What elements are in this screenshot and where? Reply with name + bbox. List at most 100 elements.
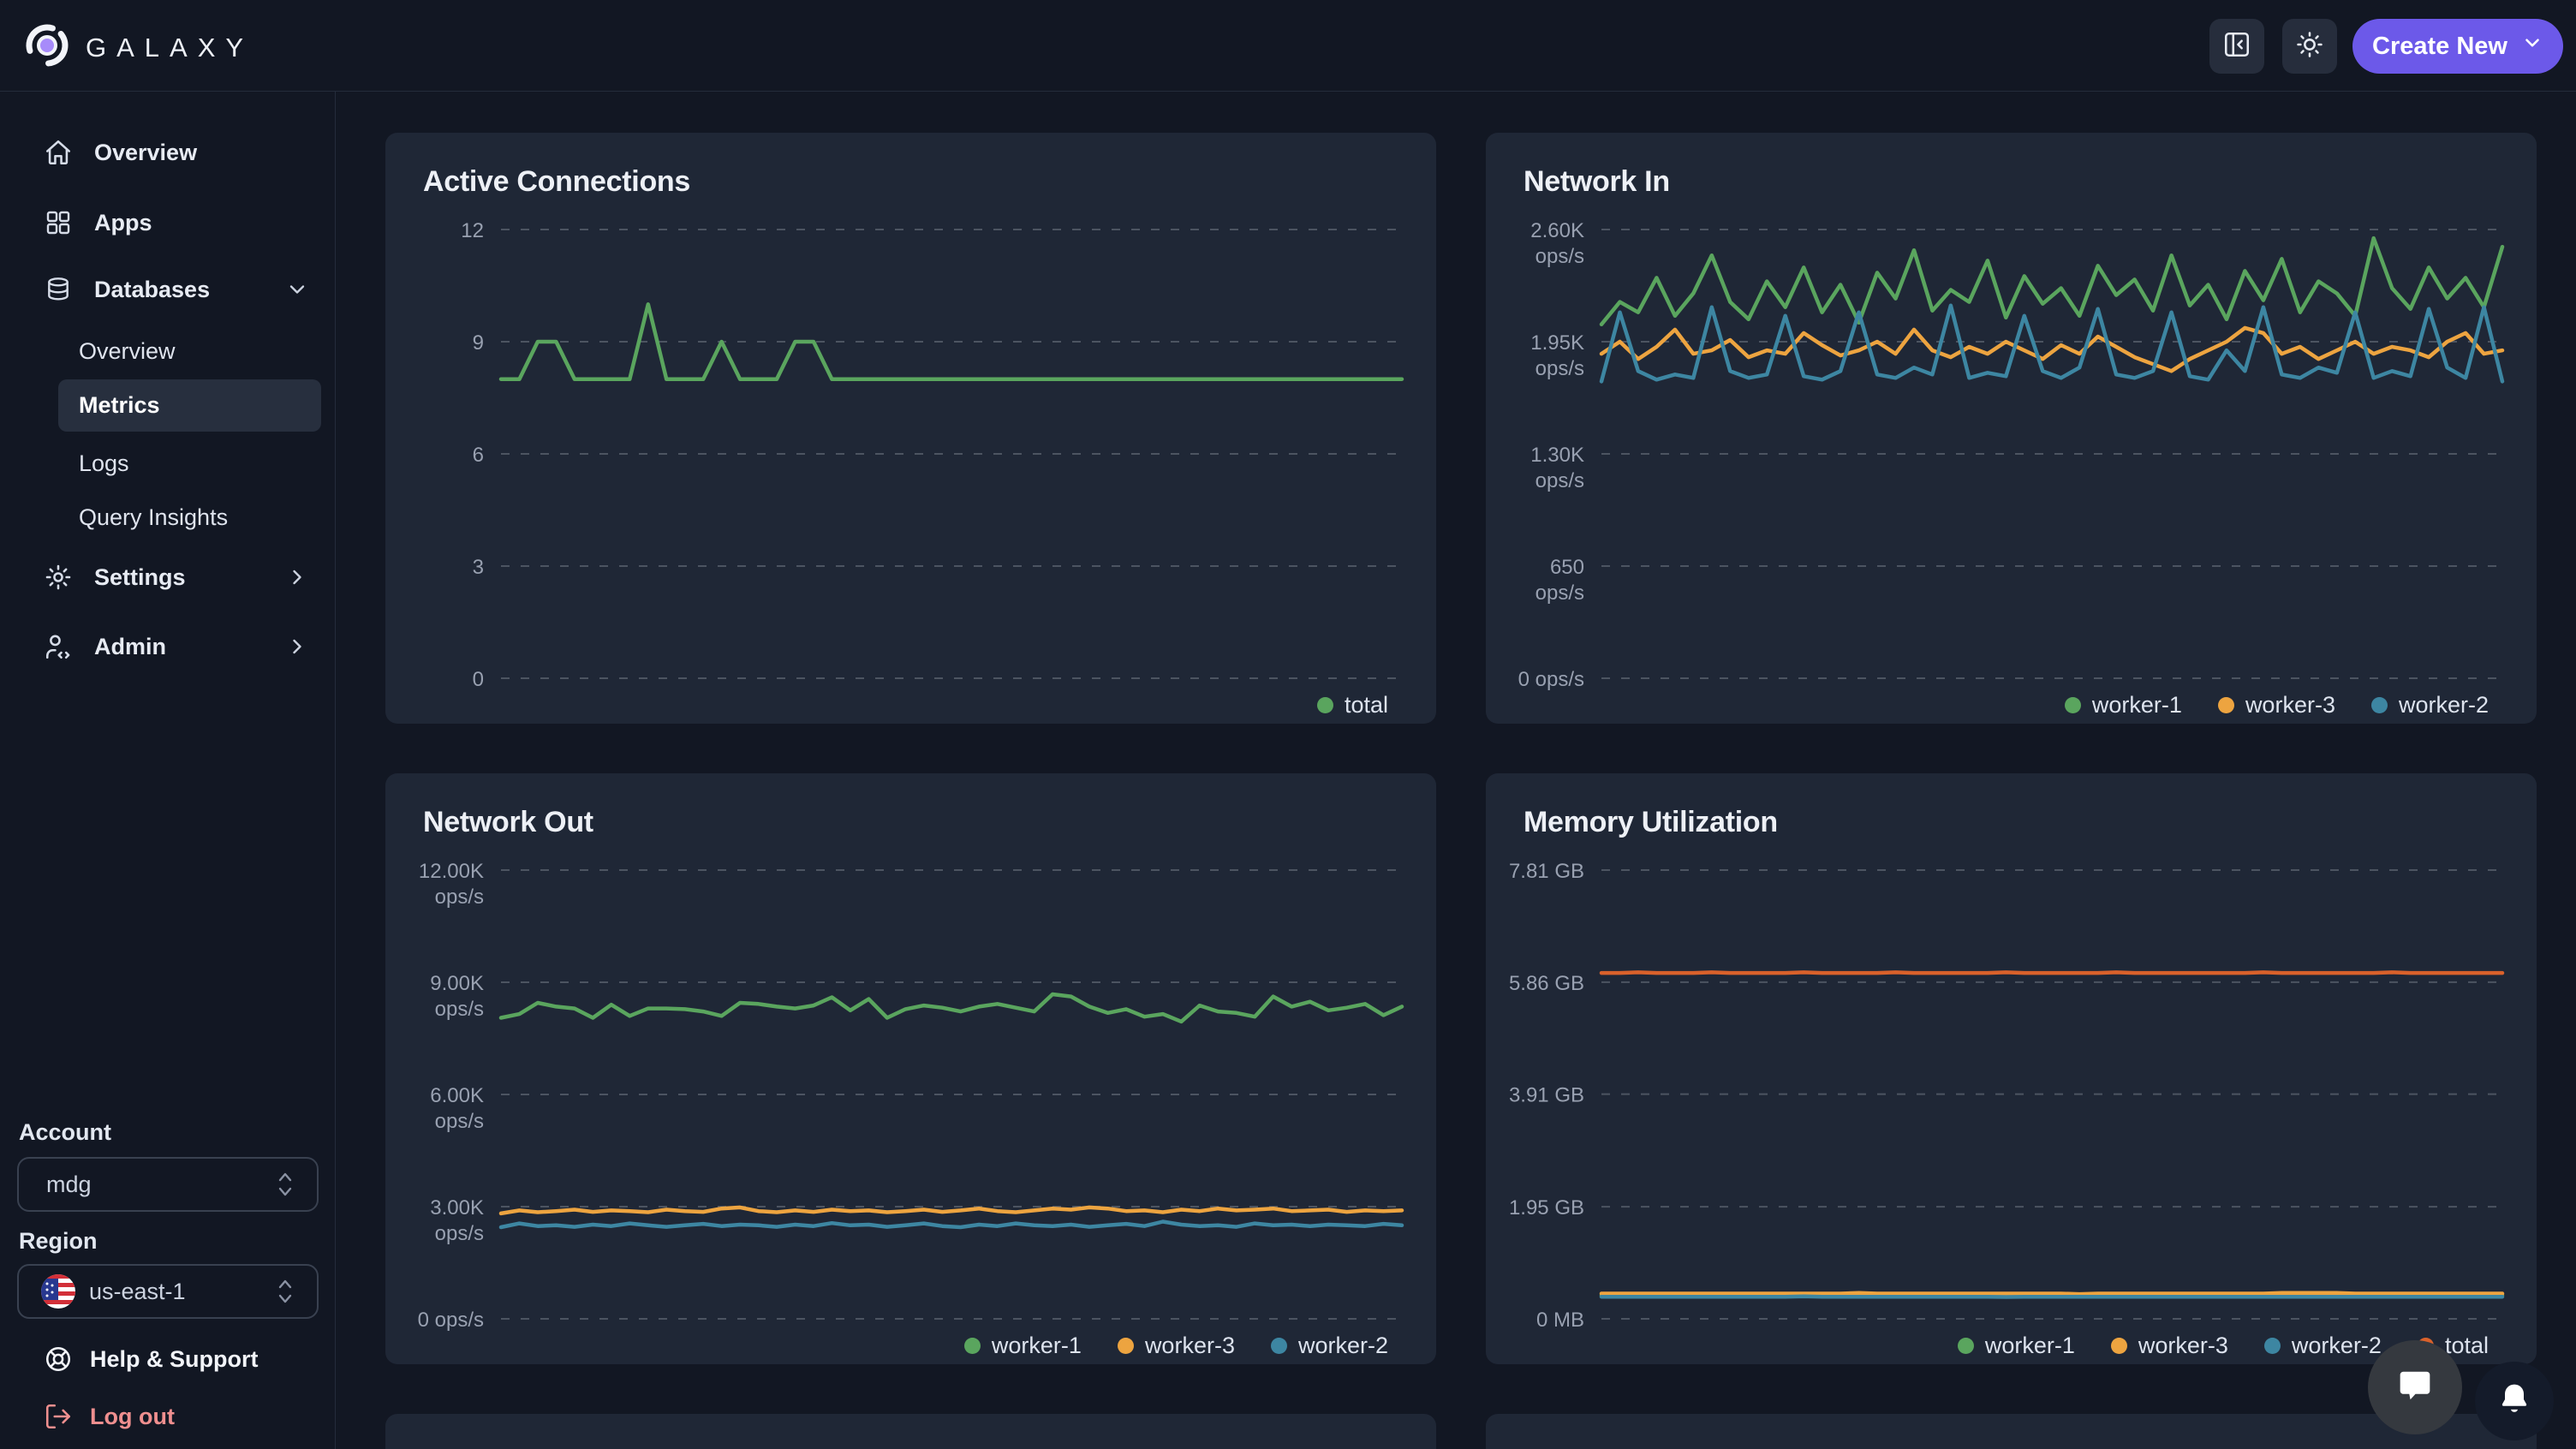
axis-tick-label: ops/s [435,886,484,909]
legend-label: total [2445,1333,2489,1359]
create-new-label: Create New [2372,33,2507,61]
axis-tick-label: 9 [473,331,484,355]
axis-tick-label: 0 MB [1536,1309,1584,1332]
help-support-link[interactable]: Help & Support [0,1333,336,1385]
legend-label: worker-3 [2138,1333,2228,1359]
legend-item: worker-2 [2371,692,2489,719]
chart-canvas: 0 MB1.95 GB3.91 GB5.86 GB7.81 GB [1486,773,2537,1364]
chevron-right-icon [285,565,309,589]
axis-tick-label: ops/s [1535,581,1584,605]
axis-tick-label: 2.60K [1530,219,1584,242]
axis-tick-label: 0 ops/s [418,1309,484,1332]
sidebar-item-settings[interactable]: Settings [0,552,336,603]
legend-dot [2111,1338,2127,1354]
legend-item: worker-1 [1958,1333,2075,1359]
brand-name: GALAXY [86,33,253,63]
chevron-down-icon [285,277,309,301]
gear-icon [43,562,74,593]
select-chevrons-icon [276,1170,295,1199]
sidebar-item-apps[interactable]: Apps [0,197,336,248]
axis-tick-label: 1.95K [1530,331,1584,355]
legend-dot [2371,697,2388,713]
user-code-icon [43,631,74,662]
series-line-total [1601,972,2502,973]
sidebar-subitem-overview[interactable]: Overview [58,325,321,378]
panel-network-in: Network In 0 ops/s650ops/s1.30Kops/s1.95… [1486,133,2537,724]
axis-tick-label: 7.81 GB [1509,860,1584,883]
series-line-worker-3 [1601,1293,2502,1294]
axis-tick-label: 12 [461,219,484,242]
chart-legend: worker-1 worker-3 worker-2 [2065,689,2489,720]
bell-icon [2496,1380,2533,1422]
sidebar-item-label: Admin [94,634,166,660]
legend-label: worker-1 [992,1333,1082,1359]
series-line-worker-1 [501,994,1402,1022]
axis-tick-label: 9.00K [430,972,484,995]
sidebar-item-label: Settings [94,564,186,591]
panel-memory-utilization: Memory Utilization 0 MB1.95 GB3.91 GB5.8… [1486,773,2537,1364]
axis-tick-label: 1.95 GB [1509,1196,1584,1219]
panel-stub [1486,1414,2537,1449]
legend-item: worker-2 [1271,1333,1388,1359]
legend-item: worker-3 [2111,1333,2228,1359]
legend-label: worker-3 [2245,692,2335,719]
brand[interactable]: GALAXY [22,21,253,75]
axis-tick-label: 3.91 GB [1509,1084,1584,1107]
legend-dot [1271,1338,1287,1354]
sidebar-item-overview[interactable]: Overview [0,127,336,178]
account-select[interactable]: mdg [17,1157,319,1212]
theme-toggle-button[interactable] [2282,19,2337,74]
axis-tick-label: 0 [473,668,484,691]
sidebar-subitem-label: Query Insights [79,504,228,531]
axis-tick-label: ops/s [435,1222,484,1245]
legend-item: worker-2 [2264,1333,2382,1359]
legend-label: worker-3 [1145,1333,1235,1359]
axis-tick-label: 12.00K [419,860,484,883]
chevron-down-icon [2521,32,2543,61]
sidebar-item-admin[interactable]: Admin [0,621,336,672]
panel-collapse-button[interactable] [2209,19,2264,74]
panel-collapse-icon [2222,30,2251,63]
notifications-button[interactable] [2475,1362,2554,1440]
database-icon [43,274,74,305]
panel-stub [385,1414,1436,1449]
legend-label: worker-2 [2399,692,2489,719]
create-new-button[interactable]: Create New [2352,19,2563,74]
galaxy-spiral-icon [22,21,72,75]
logout-link[interactable]: Log out [0,1391,336,1442]
region-label: Region [19,1228,98,1255]
region-value: us-east-1 [89,1279,186,1305]
panel-network-out: Network Out 0 ops/s3.00Kops/s6.00Kops/s9… [385,773,1436,1364]
theme-sun-icon [2295,30,2324,63]
axis-tick-label: ops/s [435,998,484,1021]
account-value: mdg [46,1172,92,1198]
apps-grid-icon [43,207,74,238]
sidebar-subitem-query-insights[interactable]: Query Insights [58,492,321,544]
legend-dot [964,1338,981,1354]
series-line-worker-3 [501,1208,1402,1213]
chat-bubble-icon [2393,1363,2437,1412]
chart-canvas: 036912 [385,133,1436,724]
legend-dot [1118,1338,1134,1354]
legend-item: worker-1 [2065,692,2182,719]
legend-label: worker-2 [1298,1333,1388,1359]
sidebar-subitem-logs[interactable]: Logs [58,438,321,490]
legend-label: worker-2 [2292,1333,2382,1359]
sidebar-subitem-label: Metrics [79,392,160,419]
legend-dot [1958,1338,1974,1354]
chevron-right-icon [285,635,309,659]
legend-item: worker-1 [964,1333,1082,1359]
sidebar-item-databases[interactable]: Databases [0,264,336,315]
legend-dot [1317,697,1333,713]
chat-support-button[interactable] [2368,1340,2462,1434]
axis-tick-label: 1.30K [1530,444,1584,467]
sidebar-subitem-metrics[interactable]: Metrics [58,379,321,432]
series-line-total [501,304,1402,379]
home-icon [43,137,74,168]
sidebar-item-label: Databases [94,277,210,303]
axis-tick-label: ops/s [435,1110,484,1133]
account-label: Account [19,1119,111,1146]
axis-tick-label: 6.00K [430,1084,484,1107]
series-line-worker-2 [501,1222,1402,1228]
region-select[interactable]: us-east-1 [17,1264,319,1319]
